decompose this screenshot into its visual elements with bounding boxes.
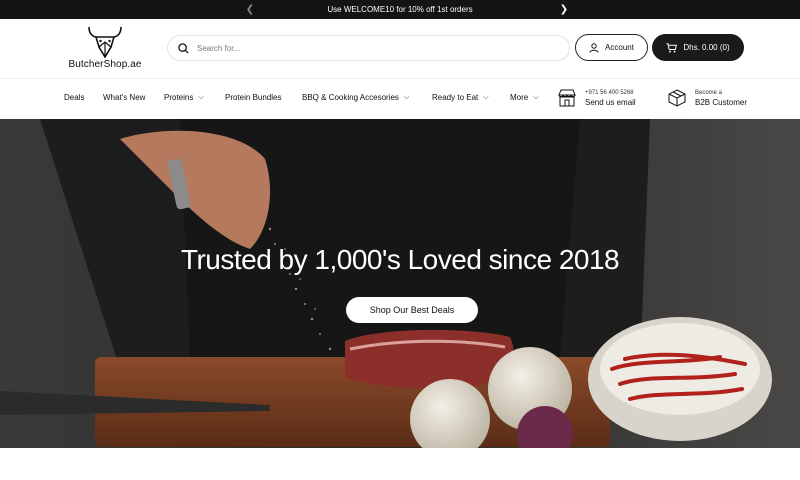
- logo-text: ButcherShop.ae: [68, 59, 142, 70]
- nav-item-bbq-accessories[interactable]: BBQ & Cooking Accesories ⌵: [302, 93, 409, 102]
- contact-phone: +971 56 400 5268: [585, 89, 634, 96]
- nav-item-label: What's New: [103, 93, 146, 102]
- cart-button[interactable]: Dhs. 0.00 (0): [652, 34, 744, 61]
- store-icon: [558, 89, 576, 107]
- nav-item-label: Ready to Eat: [432, 93, 479, 102]
- nav-item-whats-new[interactable]: What's New: [103, 93, 145, 102]
- search-icon: [178, 42, 189, 54]
- nav-item-ready-to-eat[interactable]: Ready to Eat ⌵: [432, 93, 489, 102]
- chevron-down-icon: ⌵: [483, 93, 489, 101]
- nav-item-more[interactable]: More ⌵: [510, 93, 539, 102]
- nav-item-deals[interactable]: Deals: [64, 93, 84, 102]
- nav-item-label: BBQ & Cooking Accesories: [302, 93, 399, 102]
- hero-background-image: [0, 119, 800, 448]
- site-header: ButcherShop.ae Account Dhs. 0.00 (0): [0, 19, 800, 78]
- bull-head-icon: [88, 26, 122, 59]
- announcement-text: Use WELCOME10 for 10% off 1st orders: [327, 5, 473, 14]
- cart-label: Dhs. 0.00 (0): [683, 43, 730, 52]
- account-label: Account: [605, 43, 634, 52]
- nav-item-proteins[interactable]: Proteins ⌵: [164, 93, 204, 102]
- nav-item-protein-bundles[interactable]: Protein Bundles: [225, 93, 281, 102]
- nav-item-label: Deals: [64, 93, 85, 102]
- contact-label: Send us email: [585, 97, 636, 107]
- account-button[interactable]: Account: [575, 34, 648, 61]
- hero-title: Trusted by 1,000's Loved since 2018: [180, 244, 620, 275]
- b2b-label: B2B Customer: [695, 97, 748, 107]
- nav-item-label: Protein Bundles: [225, 93, 282, 102]
- contact-link[interactable]: +971 56 400 5268 Send us email: [557, 88, 636, 108]
- chevron-right-icon[interactable]: ❯: [556, 1, 572, 17]
- main-nav: Deals What's New Proteins ⌵ Protein Bund…: [0, 78, 800, 119]
- hero-banner: Trusted by 1,000's Loved since 2018 Shop…: [0, 119, 800, 448]
- page-content-start: [0, 448, 800, 480]
- nav-item-label: More: [510, 93, 529, 102]
- chevron-down-icon: ⌵: [533, 93, 539, 101]
- search-bar[interactable]: [167, 35, 570, 61]
- chevron-down-icon: ⌵: [403, 93, 410, 101]
- site-logo[interactable]: ButcherShop.ae: [62, 25, 148, 73]
- box-icon: [668, 89, 686, 107]
- search-input[interactable]: [197, 43, 557, 53]
- shop-deals-button[interactable]: Shop Our Best Deals: [346, 297, 478, 323]
- b2b-top-text: Become a: [695, 89, 723, 96]
- nav-item-label: Proteins: [164, 93, 194, 102]
- user-icon: [589, 42, 599, 53]
- chevron-down-icon: ⌵: [198, 93, 204, 101]
- announcement-bar: ❮ Use WELCOME10 for 10% off 1st orders ❯: [0, 0, 800, 19]
- cart-icon: [666, 42, 678, 52]
- chevron-left-icon[interactable]: ❮: [242, 1, 258, 17]
- b2b-link[interactable]: Become a B2B Customer: [667, 88, 747, 108]
